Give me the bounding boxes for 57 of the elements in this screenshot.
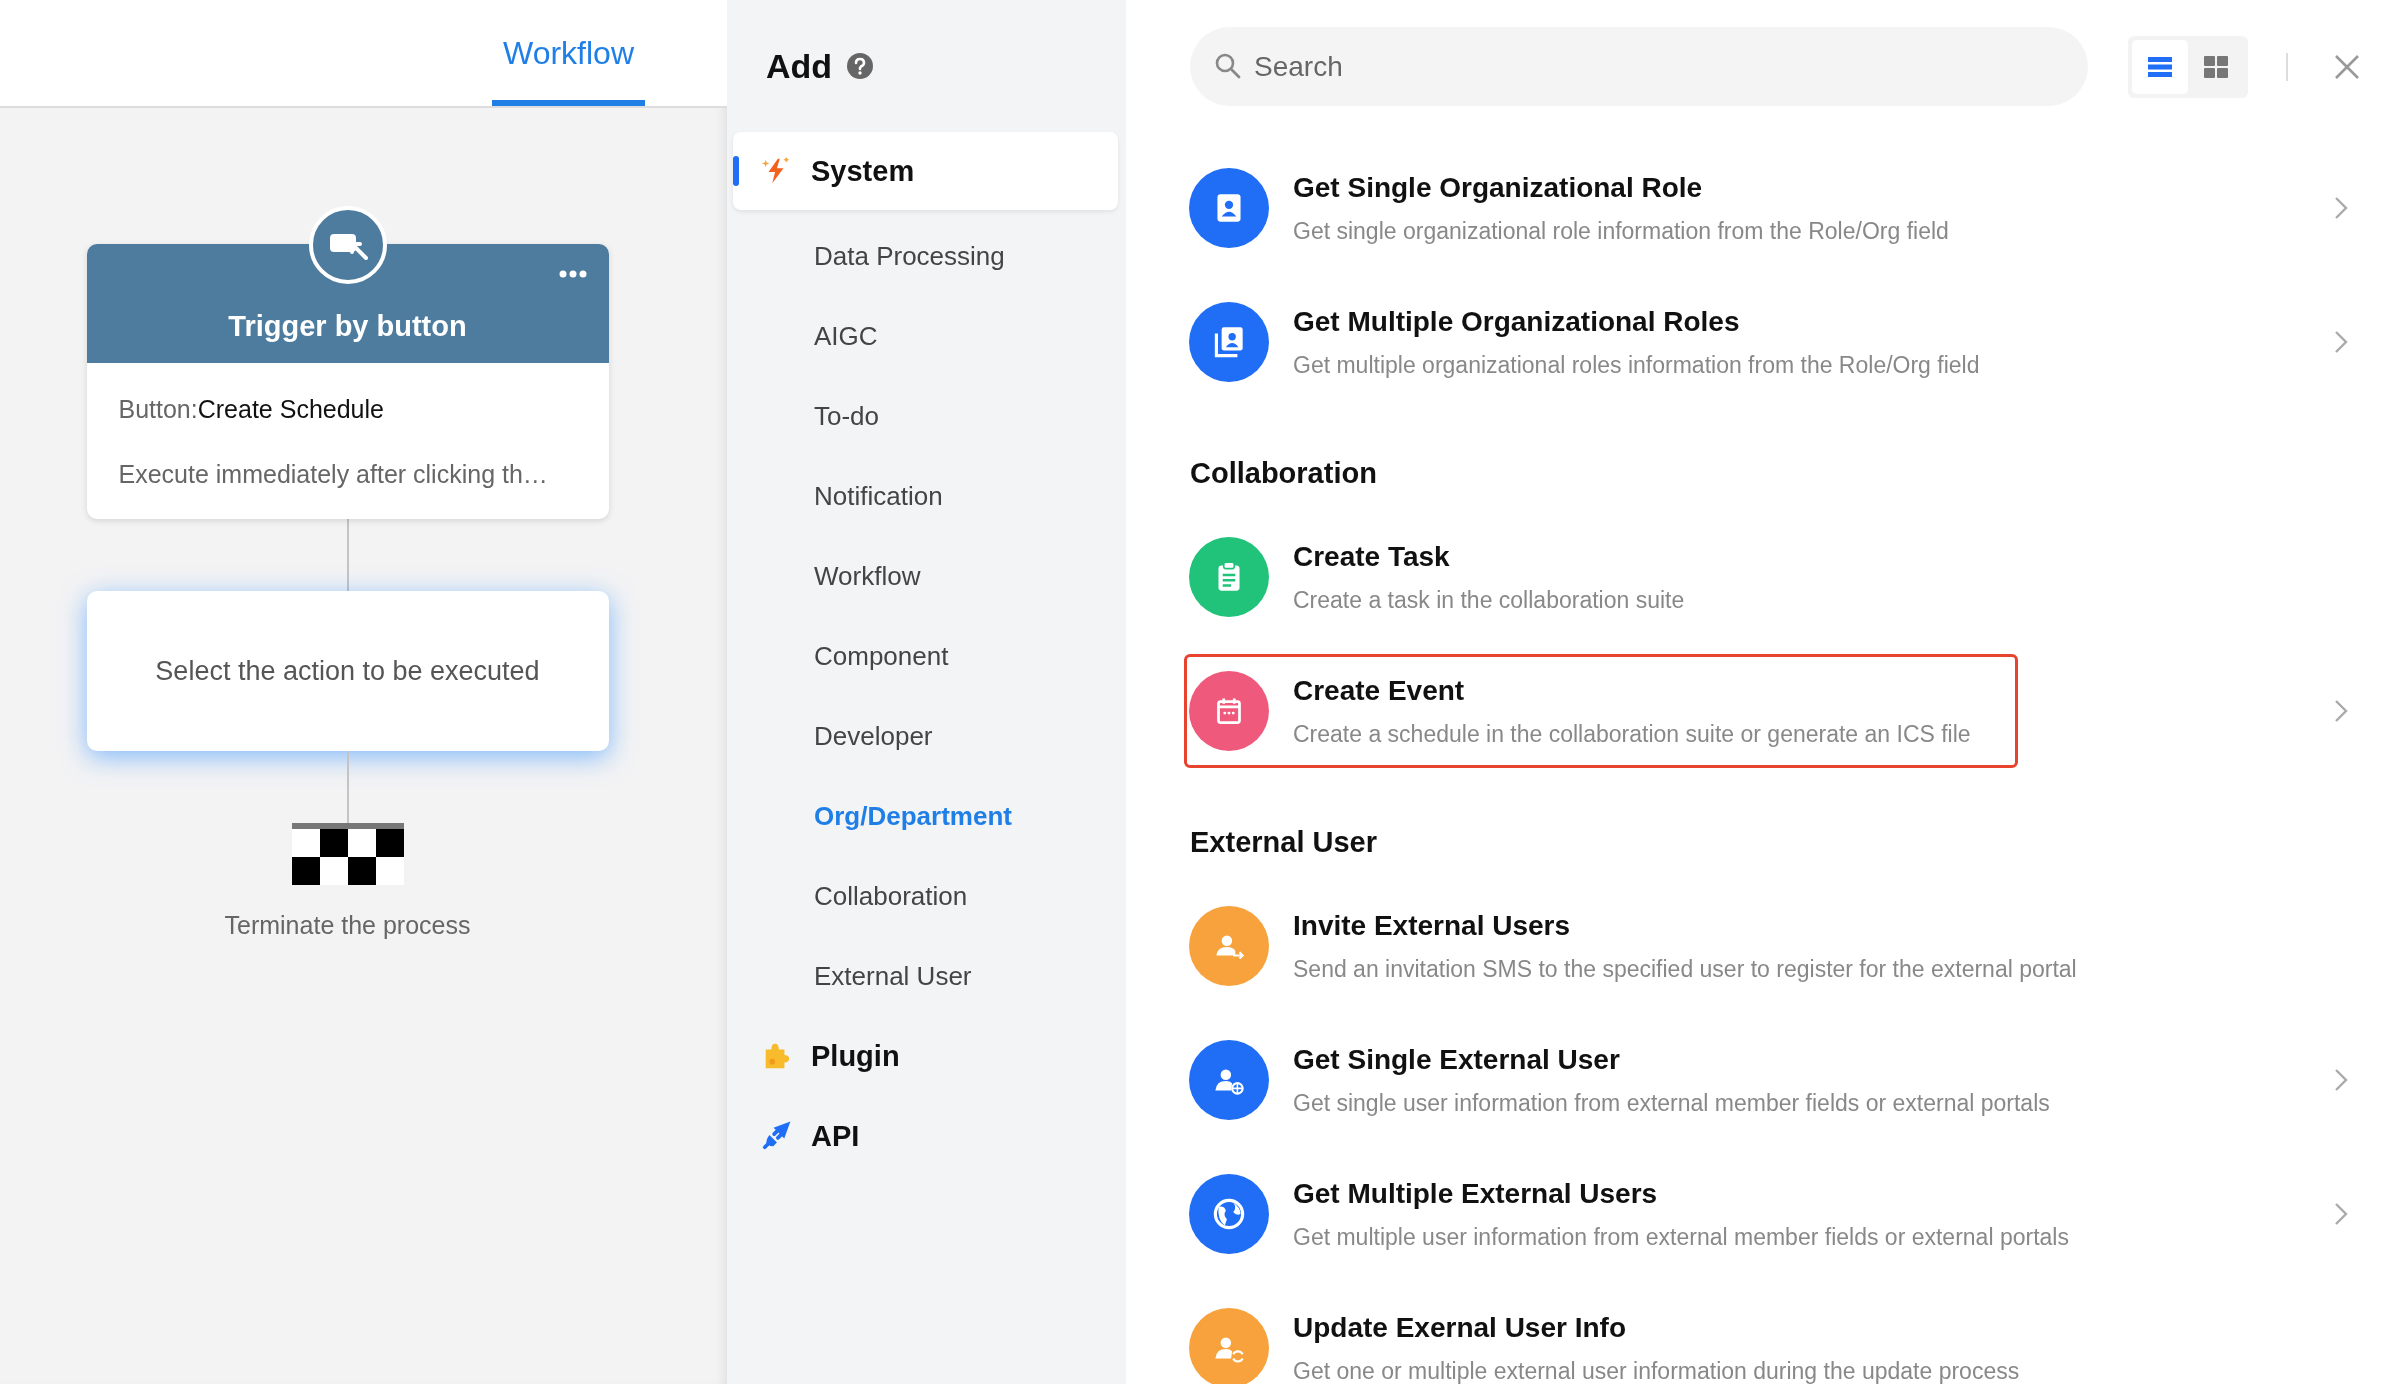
checkered-flag-icon — [291, 823, 404, 885]
lightning-icon — [761, 156, 791, 186]
search-icon — [1214, 52, 1242, 80]
category-item[interactable]: Plugin — [733, 1016, 1118, 1096]
action-description: Get single organizational role information from the Role/Org field — [1293, 217, 1949, 245]
plug-icon — [761, 1121, 791, 1151]
action-description: Create a task in the collaboration suite — [1293, 586, 1685, 614]
action-title: Create Event — [1293, 674, 1466, 707]
action-title: Update Exernal User Info — [1293, 1311, 1627, 1344]
action-placeholder-card[interactable]: Select the action to be executed — [86, 591, 609, 751]
subcategory-item[interactable]: AIGC — [733, 296, 1118, 376]
subcategory-item[interactable]: Notification — [733, 456, 1118, 536]
action-item[interactable]: Update Exernal User Info Get one or multiple external user information during the update process — [1184, 1291, 2067, 1384]
section-heading: External User — [1190, 825, 1378, 860]
action-item[interactable]: Get Multiple Organizational Roles Get multiple organizational roles information from the Role/Org field — [1184, 285, 2027, 399]
subcategory-item[interactable]: To-do — [733, 376, 1118, 456]
action-title: Get Single Organizational Role — [1293, 171, 1704, 204]
category-item[interactable]: System — [733, 132, 1118, 210]
workflow-tab[interactable]: Workflow — [492, 0, 645, 106]
list-view-button[interactable] — [2132, 39, 2188, 94]
action-item[interactable]: Create Task Create a task in the collaboration suite — [1184, 520, 1732, 634]
trigger-card[interactable]: Trigger by button Button:Create Schedule Execute immediately after clicking th… — [86, 244, 609, 519]
action-title: Get Single External User — [1293, 1043, 1621, 1076]
category-item[interactable]: API — [733, 1096, 1118, 1176]
action-item[interactable]: Invite External Users Send an invitation SMS to the specified user to register for the external portal — [1184, 889, 2124, 1003]
action-description: Get multiple user information from external member fields or external portals — [1293, 1223, 2069, 1251]
action-title: Create Task — [1293, 540, 1451, 573]
terminate-label: Terminate the process — [224, 911, 471, 940]
action-item[interactable]: Create Event Create a schedule in the collaboration suite or generate an ICS file — [1184, 654, 2018, 768]
subcategory-item[interactable]: Workflow — [733, 536, 1118, 616]
trigger-title: Trigger by button — [228, 310, 467, 343]
action-description: Get single user information from external member fields or external portals — [1293, 1089, 2050, 1117]
action-title: Invite External Users — [1293, 909, 1572, 942]
action-description: Create a schedule in the collaboration suite or generate an ICS file — [1293, 720, 1971, 748]
action-placeholder-text: Select the action to be executed — [155, 655, 540, 687]
section-heading: Collaboration — [1190, 456, 1378, 491]
subcategory-item[interactable]: External User — [733, 936, 1118, 1016]
action-description: Get multiple organizational roles information from the Role/Org field — [1293, 351, 1980, 379]
trigger-description: Execute immediately after clicking th… — [118, 460, 549, 489]
subcategory-item[interactable]: Data Processing — [733, 216, 1118, 296]
button-name-text: Button:Create Schedule — [118, 395, 385, 424]
action-description: Get one or multiple external user information during the update process — [1293, 1357, 2020, 1384]
action-item[interactable]: Get Single Organizational Role Get single organizational role information from the Role/Org field — [1184, 151, 1996, 265]
subcategory-item[interactable]: Developer — [733, 696, 1118, 776]
more-icon — [558, 270, 587, 278]
action-item[interactable]: Get Multiple External Users Get multiple user information from external member fields or external portals — [1184, 1157, 2116, 1271]
close-icon — [2334, 53, 2360, 80]
subcategory-item[interactable]: Org/Department — [733, 776, 1118, 856]
help-icon — [846, 52, 875, 80]
subcategory-item[interactable]: Collaboration — [733, 856, 1118, 936]
action-item[interactable]: Get Single External User Get single user information from external member fields or external portals — [1184, 1023, 2097, 1137]
action-title: Get Multiple Organizational Roles — [1293, 305, 1741, 338]
subcategory-item[interactable]: Component — [733, 616, 1118, 696]
action-title: Get Multiple External Users — [1293, 1177, 1659, 1210]
search-field[interactable]: Search — [1190, 27, 2088, 106]
action-description: Send an invitation SMS to the specified user to register for the external portal — [1293, 955, 2077, 983]
panel-title: Add — [766, 46, 833, 86]
